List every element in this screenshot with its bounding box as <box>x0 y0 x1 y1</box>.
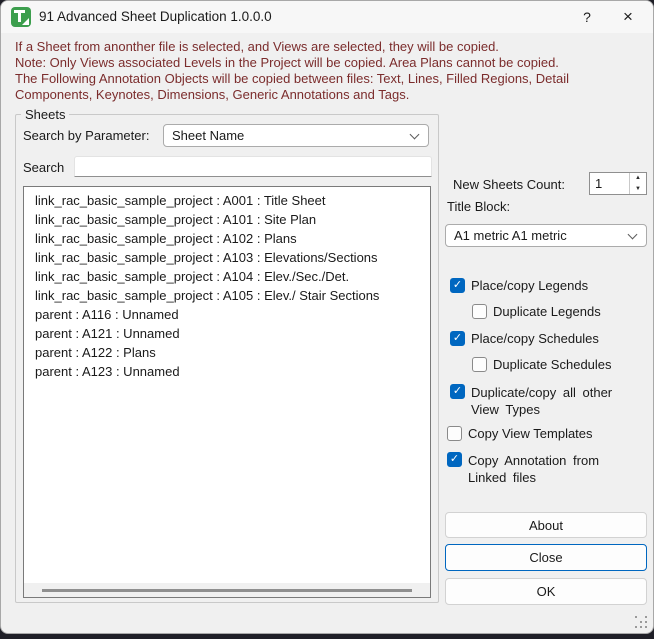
list-item[interactable]: link_rac_basic_sample_project : A103 : E… <box>24 248 430 267</box>
search-by-parameter-label: Search by Parameter: <box>23 128 150 143</box>
close-button[interactable]: Close <box>445 544 647 571</box>
checkbox-place-copy-legends[interactable]: ✓ <box>450 278 465 293</box>
parameter-dropdown[interactable]: Sheet Name <box>163 124 429 147</box>
window-title: 91 Advanced Sheet Duplication 1.0.0.0 <box>39 9 272 24</box>
resize-grip-icon[interactable] <box>635 616 647 628</box>
title-block-dropdown-value: A1 metric A1 metric <box>454 228 567 243</box>
chevron-down-icon <box>409 129 420 140</box>
checkbox-duplicate-copy-all-other-view-types[interactable]: ✓ <box>450 384 465 399</box>
checkbox-duplicate-legends[interactable] <box>472 304 487 319</box>
triangle-up-icon: ▲ <box>635 175 641 182</box>
question-icon: ? <box>583 8 591 25</box>
checkbox-duplicate-schedules[interactable] <box>472 357 487 372</box>
list-item[interactable]: parent : A121 : Unnamed <box>24 324 430 343</box>
list-item[interactable]: link_rac_basic_sample_project : A101 : S… <box>24 210 430 229</box>
horizontal-scrollbar-thumb[interactable] <box>42 589 412 592</box>
new-sheets-count-stepper[interactable]: 1 ▲ ▼ <box>589 172 647 195</box>
close-icon: × <box>623 6 633 26</box>
list-item[interactable]: parent : A122 : Plans <box>24 343 430 362</box>
checkbox-label[interactable]: Place/copy Schedules <box>471 331 599 346</box>
stepper-down-button[interactable]: ▼ <box>630 184 646 195</box>
list-item[interactable]: parent : A123 : Unnamed <box>24 362 430 381</box>
info-line: Components, Keynotes, Dimensions, Generi… <box>15 87 410 102</box>
checkbox-label[interactable]: Place/copy Legends <box>471 278 588 293</box>
title-block-label: Title Block: <box>447 199 511 214</box>
parameter-dropdown-value: Sheet Name <box>172 128 245 143</box>
list-item[interactable]: link_rac_basic_sample_project : A104 : E… <box>24 267 430 286</box>
stepper-buttons: ▲ ▼ <box>629 173 646 194</box>
list-item[interactable]: link_rac_basic_sample_project : A102 : P… <box>24 229 430 248</box>
sheet-list-items: link_rac_basic_sample_project : A001 : T… <box>24 191 430 381</box>
titlebar: 91 Advanced Sheet Duplication 1.0.0.0 ? … <box>1 1 653 33</box>
list-item[interactable]: parent : A116 : Unnamed <box>24 305 430 324</box>
stepper-up-button[interactable]: ▲ <box>630 173 646 184</box>
info-text: If a Sheet from anonther file is selecte… <box>15 39 647 103</box>
ok-button[interactable]: OK <box>445 578 647 605</box>
app-icon-t-stem <box>18 10 21 22</box>
dialog-window: 91 Advanced Sheet Duplication 1.0.0.0 ? … <box>0 0 654 634</box>
cursor-icon <box>22 18 29 25</box>
help-button[interactable]: ? <box>570 1 604 32</box>
checkbox-label[interactable]: Duplicate Legends <box>493 304 601 319</box>
checkbox-copy-view-templates[interactable] <box>447 426 462 441</box>
checkbox-label[interactable]: Duplicate/copy all other View Types <box>471 384 633 418</box>
sheets-groupbox-label: Sheets <box>21 107 70 122</box>
search-input[interactable] <box>74 156 432 177</box>
about-button[interactable]: About <box>445 512 647 538</box>
horizontal-scrollbar[interactable] <box>24 583 430 597</box>
checkbox-place-copy-schedules[interactable]: ✓ <box>450 331 465 346</box>
window-close-button[interactable]: × <box>611 1 645 32</box>
info-line: The Following Annotation Objects will be… <box>15 71 570 86</box>
list-item[interactable]: link_rac_basic_sample_project : A105 : E… <box>24 286 430 305</box>
info-line: If a Sheet from anonther file is selecte… <box>15 39 499 54</box>
title-block-dropdown[interactable]: A1 metric A1 metric <box>445 224 647 247</box>
new-sheets-count-label: New Sheets Count: <box>453 177 566 192</box>
search-label: Search <box>23 160 65 175</box>
info-line: Note: Only Views associated Levels in th… <box>15 55 559 70</box>
screen: 91 Advanced Sheet Duplication 1.0.0.0 ? … <box>0 0 654 639</box>
checkbox-label[interactable]: Copy View Templates <box>468 426 593 441</box>
triangle-down-icon: ▼ <box>635 185 641 192</box>
checkbox-copy-annotation-from-linked-files[interactable]: ✓ <box>447 452 462 467</box>
list-item[interactable]: link_rac_basic_sample_project : A001 : T… <box>24 191 430 210</box>
new-sheets-count-value: 1 <box>595 176 603 191</box>
chevron-down-icon <box>627 229 638 240</box>
checkbox-label[interactable]: Duplicate Schedules <box>493 357 612 372</box>
sheet-list[interactable]: link_rac_basic_sample_project : A001 : T… <box>23 186 431 598</box>
app-icon <box>11 7 31 27</box>
checkbox-label[interactable]: Copy Annotation from Linked files <box>468 452 630 486</box>
